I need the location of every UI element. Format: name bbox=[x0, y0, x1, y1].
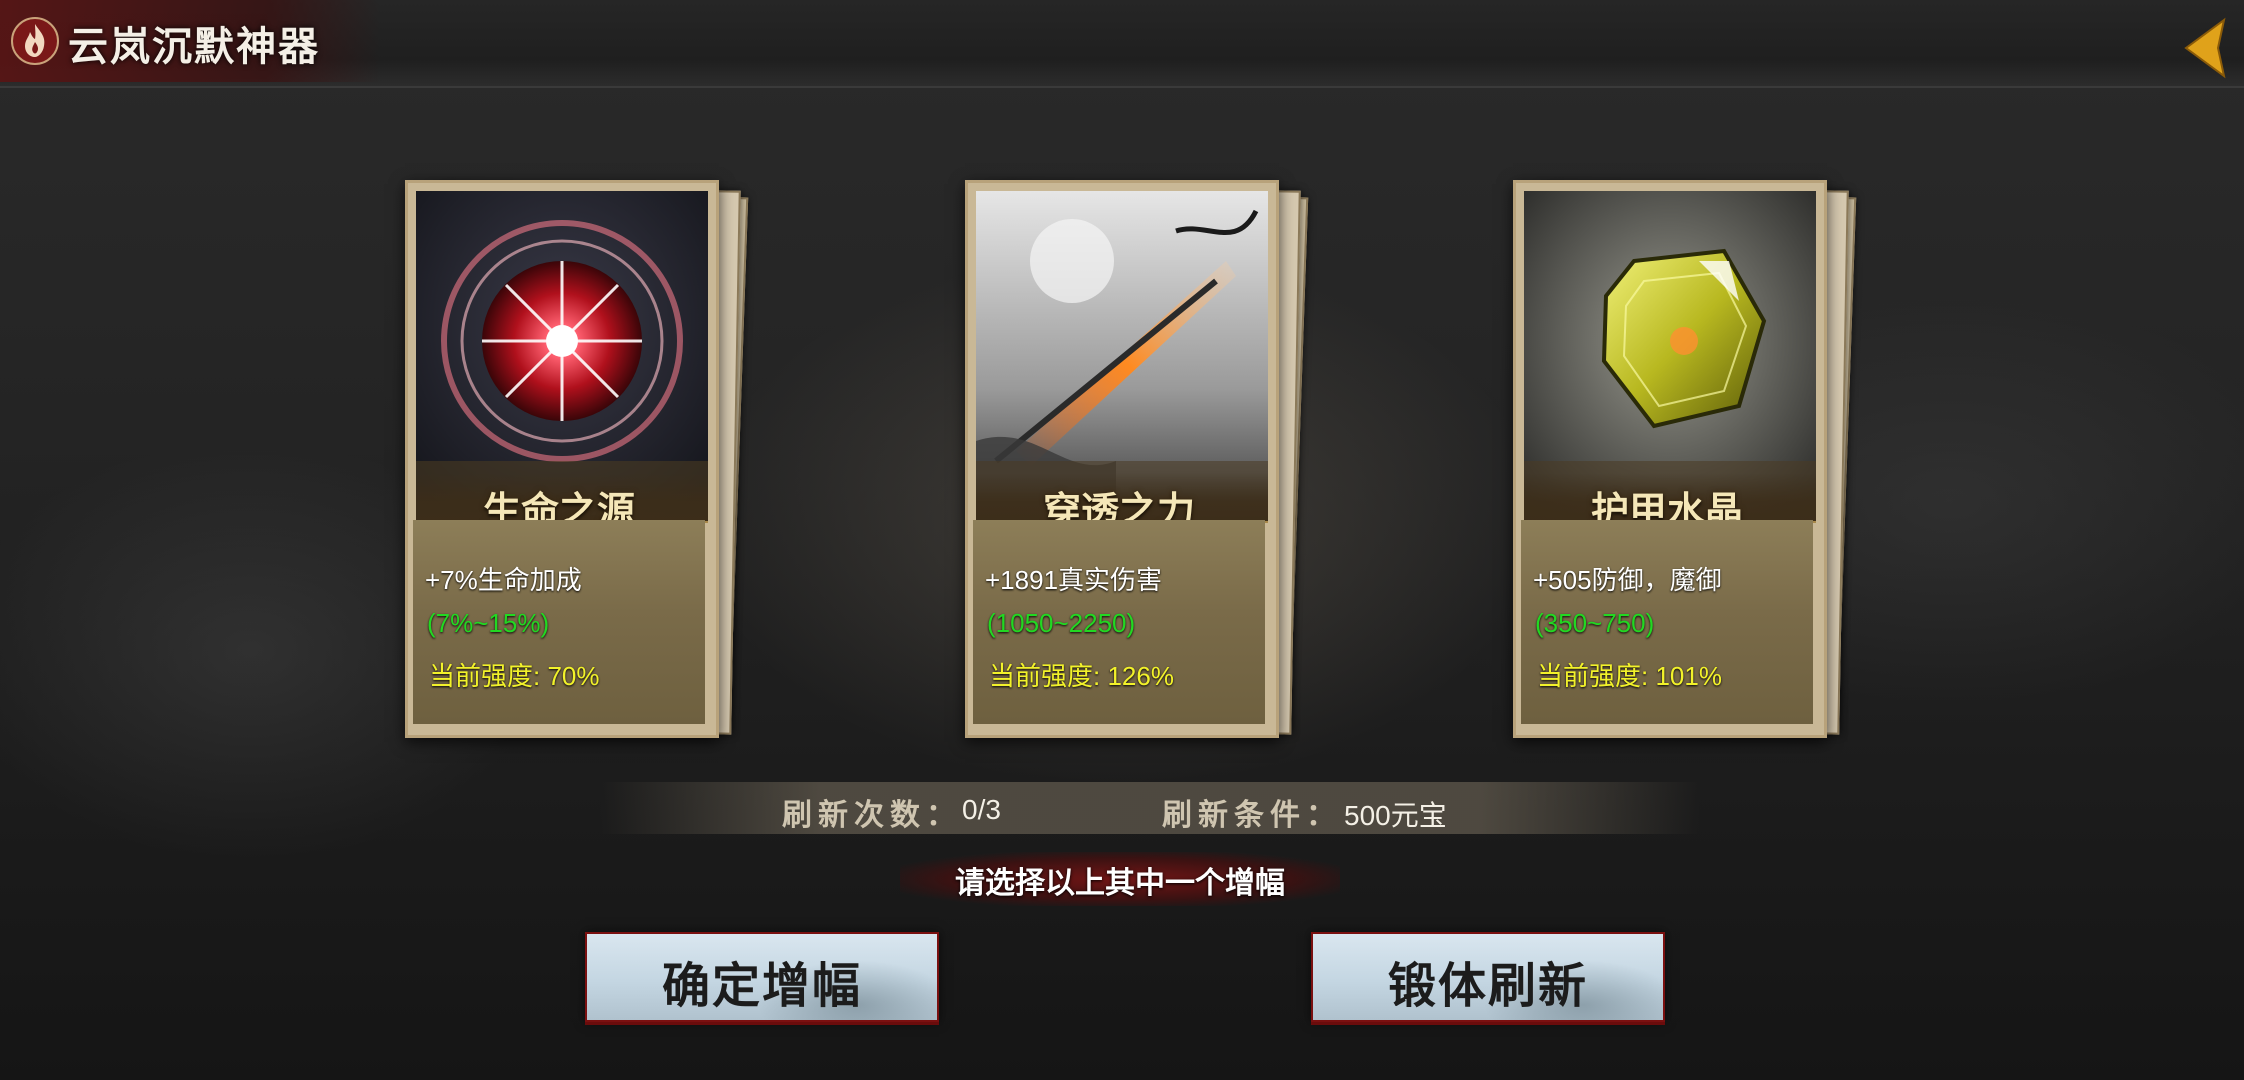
flame-icon bbox=[11, 17, 59, 65]
refresh-cost-value: 500元宝 bbox=[1344, 800, 1447, 831]
armor-crystal-icon bbox=[1524, 191, 1816, 521]
card-range: (350~750) bbox=[1535, 608, 1655, 638]
buff-card-life[interactable]: 生命之源 +7%生命加成 (7%~15%) 当前强度: 70% bbox=[405, 180, 749, 745]
buff-card-armor[interactable]: 护甲水晶 +505防御，魔御 (350~750) 当前强度: 101% bbox=[1513, 180, 1857, 745]
card-strength: 当前强度: 126% bbox=[989, 661, 1174, 691]
confirm-buff-button[interactable]: 确定增幅 bbox=[585, 932, 939, 1022]
confirm-buff-label: 确定增幅 bbox=[661, 958, 862, 1014]
refresh-buff-label: 锻体刷新 bbox=[1387, 958, 1588, 1014]
card-range: (7%~15%) bbox=[427, 608, 550, 638]
refresh-count-value: 0/3 bbox=[962, 794, 1001, 825]
card-stat: +7%生命加成 bbox=[425, 565, 582, 595]
buff-card-pierce[interactable]: 穿透之力 +1891真实伤害 (1050~2250) 当前强度: 126% bbox=[965, 180, 1309, 745]
card-range: (1050~2250) bbox=[987, 608, 1136, 638]
title-banner: 云岚沉默神器 bbox=[0, 0, 380, 82]
piercing-spear-icon bbox=[976, 191, 1268, 521]
card-strength: 当前强度: 101% bbox=[1537, 661, 1722, 691]
top-bar: 云岚沉默神器 bbox=[0, 0, 2244, 88]
page-title: 云岚沉默神器 bbox=[68, 23, 320, 70]
refresh-info-band bbox=[600, 782, 1700, 834]
life-orb-icon bbox=[416, 191, 708, 521]
refresh-cost-label: 刷新条件： bbox=[1162, 798, 1342, 833]
refresh-count-label: 刷新次数： bbox=[782, 798, 962, 833]
back-arrow-icon[interactable] bbox=[2180, 16, 2230, 80]
selection-prompt: 请选择以上其中一个增幅 bbox=[955, 866, 1285, 901]
card-stat: +505防御，魔御 bbox=[1533, 565, 1722, 595]
card-stat: +1891真实伤害 bbox=[985, 565, 1163, 595]
card-strength: 当前强度: 70% bbox=[429, 661, 600, 691]
refresh-buff-button[interactable]: 锻体刷新 bbox=[1311, 932, 1665, 1022]
